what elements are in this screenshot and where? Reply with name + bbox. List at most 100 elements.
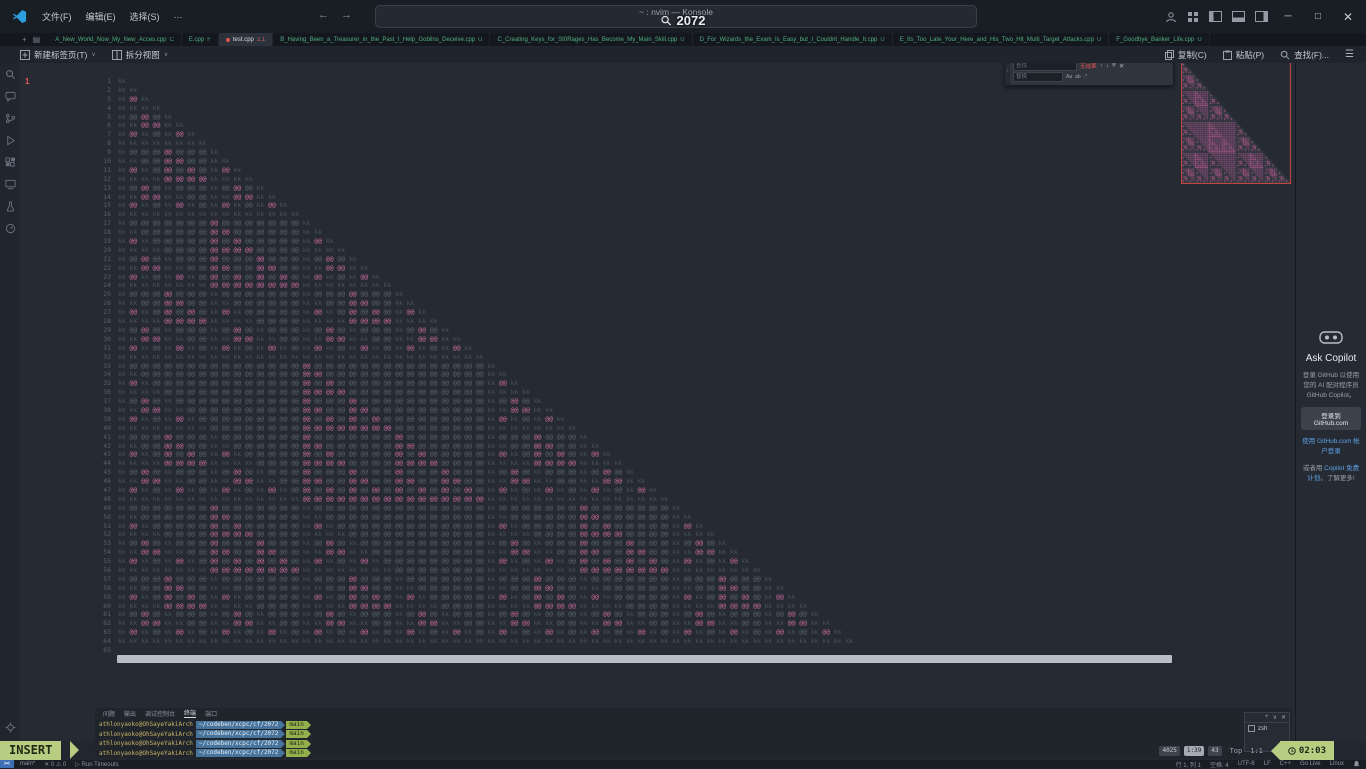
statusbar-right-item-0[interactable]: 行 1, 列 1 [1176,760,1201,769]
tab-list-icon[interactable]: ▤ [33,35,41,44]
chat-icon[interactable] [5,91,16,102]
copy-button[interactable]: 复制(C) [1165,49,1207,61]
code-token: kk [326,530,338,539]
panel-right-icon[interactable] [1255,11,1268,22]
statusbar-left-item-2[interactable]: ▷ Run Timeouts [75,761,118,768]
statusbar-right-item-5[interactable]: Go Live [1300,761,1321,767]
panel-tab-端口[interactable]: 端口 [205,709,217,718]
menu-item-0[interactable]: 文件(F) [35,10,79,23]
code-token: @@ [314,442,326,451]
menu-item-1[interactable]: 编辑(E) [79,10,123,23]
terminal-list-item[interactable]: zsh [1245,723,1289,734]
code-token: @@ [384,308,396,317]
code-token: kk [534,637,546,646]
tab-suffix: 2,1 [257,37,265,43]
code-token: @@ [453,468,465,477]
remote-indicator[interactable]: >< [0,760,14,768]
panel-bottom-icon[interactable] [1232,11,1245,22]
maximize-button[interactable]: □ [1308,11,1328,22]
statusbar-right-item-3[interactable]: LF [1264,761,1271,767]
back-arrow-icon[interactable]: ← [318,9,329,21]
menu-item-2[interactable]: 选择(S) [123,10,167,23]
terminal-tab[interactable]: B_Having_Been_a_Treasurer_in_the_Past_I_… [273,33,490,46]
code-token: kk [141,557,153,566]
code-token: @@ [257,539,269,548]
whole-word-toggle[interactable]: ab [1075,74,1081,80]
statusbar-right-item-2[interactable]: UTF-8 [1238,761,1255,767]
statusbar-left-item-0[interactable]: main* [20,761,35,768]
code-token: kk [730,566,742,575]
new-tab-button[interactable]: 新建标签页(T) ∨ [20,49,96,61]
code-token: kk [545,566,557,575]
terminal-tab[interactable]: E.cppF [182,33,219,46]
run-debug-icon[interactable] [5,135,16,146]
copilot-signin-link[interactable]: 使用 GitHub.com 帐户登录 [1296,437,1366,457]
panel-tab-问题[interactable]: 问题 [103,709,115,718]
code-token: kk [257,184,265,193]
code-token: @@ [326,335,338,344]
statusbar-right-item-1[interactable]: 空格: 4 [1210,760,1229,769]
code-token: @@ [384,477,396,486]
terminal-tab[interactable]: E_Its_Too_Late_Your_Here_and_His_Two_Hit… [893,33,1110,46]
source-control-icon[interactable] [5,113,16,124]
statusbar-left-item-1[interactable]: ✕ 0 ⚠ 0 [44,761,66,768]
find-in-selection-icon[interactable]: ≡ [1112,62,1116,69]
remote-explorer-icon[interactable] [5,179,16,190]
copilot-signin-button[interactable]: 登录到 GitHub.com [1301,407,1361,430]
terminal-add-icon[interactable]: + [1265,714,1269,721]
match-case-toggle[interactable]: Aa [1066,74,1072,80]
statusbar-right-item-6[interactable]: Linux [1330,761,1344,767]
panel-tab-调试控制台[interactable]: 调试控制台 [145,709,175,718]
terminal-tab[interactable]: test.cpp2,1 [219,33,273,46]
code-token: @@ [395,504,407,513]
panel-left-icon[interactable] [1209,11,1222,22]
code-token: @@ [615,539,627,548]
terminal-output[interactable]: athlonyaoko@OhSayeYakiArch~/codeben/xcpc… [99,720,311,758]
close-button[interactable]: ✕ [1338,10,1358,24]
code-token: @@ [326,264,338,273]
terminal-tab[interactable]: A_New_World_Now_My_New_Acces.cppC [48,33,182,46]
code-token: @@ [268,468,280,477]
layout-grid-icon[interactable] [1187,11,1199,23]
bell-icon[interactable] [1353,761,1360,768]
code-token: @@ [476,522,488,531]
replace-input[interactable] [1013,72,1063,82]
minimap[interactable] [1181,60,1291,189]
code-token: @@ [568,522,580,531]
paste-button[interactable]: 粘贴(P) [1223,49,1264,61]
search-icon[interactable] [5,69,16,80]
dashboard-icon[interactable] [5,223,16,234]
split-view-button[interactable]: 拆分视图 ∨ [112,49,168,61]
panel-tab-终端[interactable]: 终端 [184,708,196,718]
terminal-tab[interactable]: D_For_Wizards_the_Exam_Is_Easy_but_I_Cou… [693,33,893,46]
terminal-tab[interactable]: F_Goodbye_Banker_Life.cppU [1109,33,1209,46]
find-prev-icon[interactable]: ↑ [1100,62,1103,69]
testing-icon[interactable] [5,201,16,212]
terminal-tab[interactable]: C_Creating_Keys_for_St0Rages_Has_Become_… [490,33,692,46]
code-token: kk [395,326,407,335]
find-next-icon[interactable]: ↓ [1106,62,1109,69]
regex-toggle[interactable]: .* [1084,74,1087,80]
find-button[interactable]: 查找(F)... [1280,49,1329,61]
code-token: kk [672,584,684,593]
statusbar-right-item-4[interactable]: C++ [1280,761,1291,767]
new-tab-icon[interactable]: + [22,35,27,44]
code-token: @@ [360,397,372,406]
terminal-chevron-icon[interactable]: ∨ [1273,714,1277,721]
code-token: @@ [591,628,603,637]
extensions-icon[interactable] [5,157,16,168]
menu-item-3[interactable]: ··· [167,12,190,22]
panel-tab-输出[interactable]: 输出 [124,709,136,718]
hamburger-menu-icon[interactable]: ☰ [1345,49,1354,60]
terminal-close-icon[interactable]: ✕ [1281,714,1286,721]
code-token: @@ [384,335,396,344]
minimize-button[interactable]: ─ [1278,11,1298,22]
forward-arrow-icon[interactable]: → [341,9,352,21]
minimap-canvas[interactable] [1181,60,1291,184]
settings-gear-icon[interactable] [0,722,20,758]
code-token: kk [210,353,222,362]
code-token: @@ [707,619,719,628]
code-token: @@ [476,610,488,619]
account-icon[interactable] [1165,11,1177,23]
code-buffer[interactable]: 1kk2kk kk3kk @@ kk4kk kk kk kk5kk @@ @@ … [95,63,853,655]
